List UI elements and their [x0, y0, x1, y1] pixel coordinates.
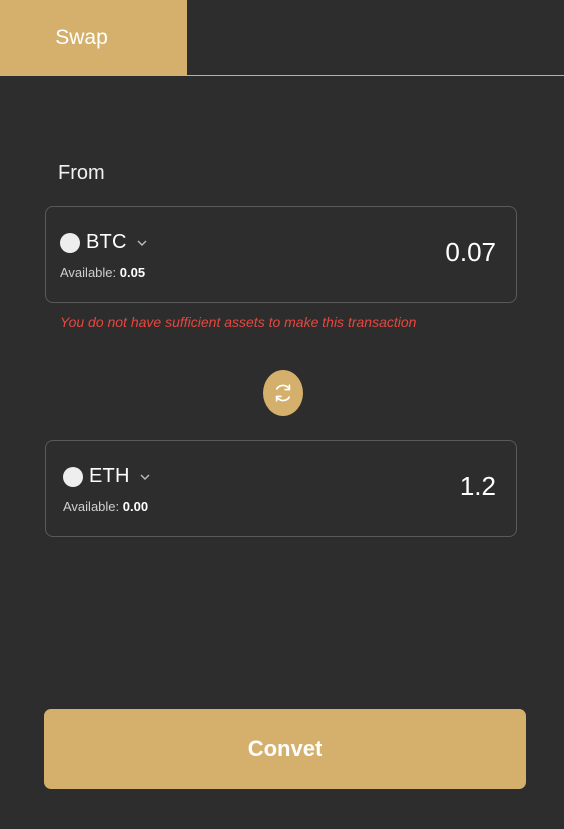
tab-swap-label: Swap	[55, 26, 108, 49]
token-circle-icon	[63, 466, 83, 487]
refresh-swap-icon	[275, 384, 291, 402]
swap-direction-button[interactable]	[263, 370, 303, 416]
chevron-down-icon	[140, 474, 150, 480]
from-token-select[interactable]: BTC	[60, 231, 148, 254]
top-tab-bar: Swap	[0, 0, 564, 76]
from-available-value: 0.05	[119, 265, 146, 280]
to-token-symbol: ETH	[89, 465, 130, 487]
tab-swap[interactable]: Swap	[0, 0, 187, 76]
chevron-down-icon	[137, 240, 147, 246]
to-available-label: Available:	[63, 499, 120, 514]
from-asset-card: BTC Available: 0.05 0.07	[45, 206, 517, 303]
token-circle-icon	[60, 232, 80, 253]
from-amount-input[interactable]: 0.07	[445, 237, 496, 268]
insufficient-assets-error: You do not have sufficient assets to mak…	[60, 314, 417, 330]
to-token-select[interactable]: ETH	[63, 465, 151, 488]
from-token-symbol: BTC	[86, 231, 127, 253]
to-amount-input[interactable]: 1.2	[460, 471, 496, 502]
from-label: From	[58, 162, 105, 184]
to-available: Available: 0.00	[63, 499, 148, 514]
to-available-value: 0.00	[122, 499, 149, 514]
from-available-label: Available:	[60, 265, 117, 280]
to-asset-card: ETH Available: 0.00 1.2	[45, 440, 517, 537]
from-available: Available: 0.05	[60, 265, 145, 280]
convert-button[interactable]: Convet	[44, 709, 526, 789]
